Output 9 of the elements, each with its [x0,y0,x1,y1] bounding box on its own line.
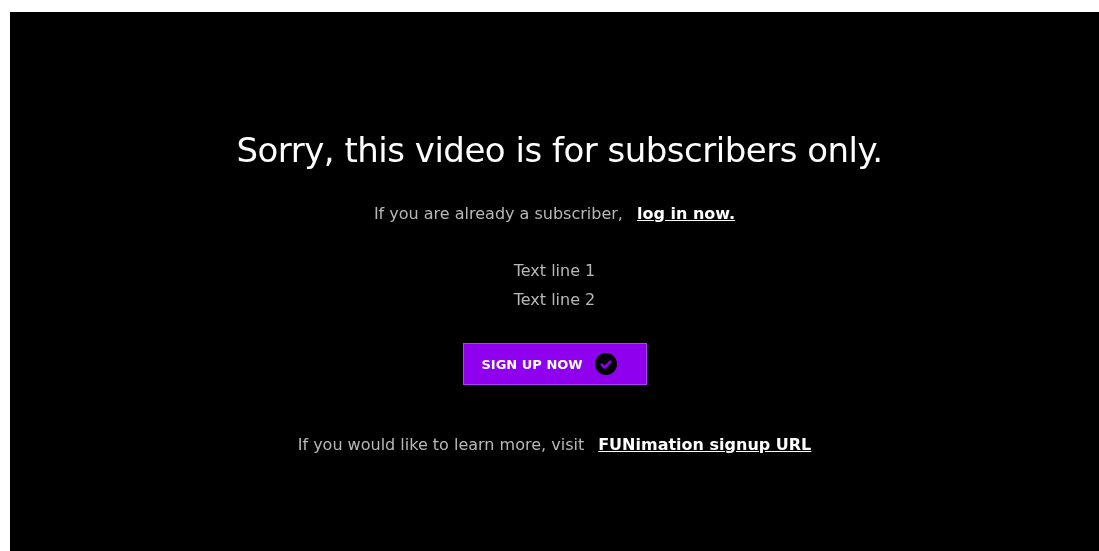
check-icon [594,353,617,375]
login-link[interactable]: log in now. [636,204,736,223]
subscriber-text: If you are already a subscriber, [373,204,623,223]
learn-more-text: If you would like to learn more, visit [297,435,585,454]
text-line: Text line 2 [513,290,596,309]
sign-up-button[interactable]: SIGN UP NOW [462,343,647,385]
signup-link[interactable]: FUNimation signup URL [598,435,812,454]
heading: Sorry, this video is for subscribers only. [236,130,883,170]
text-line: Text line 1 [513,261,596,280]
